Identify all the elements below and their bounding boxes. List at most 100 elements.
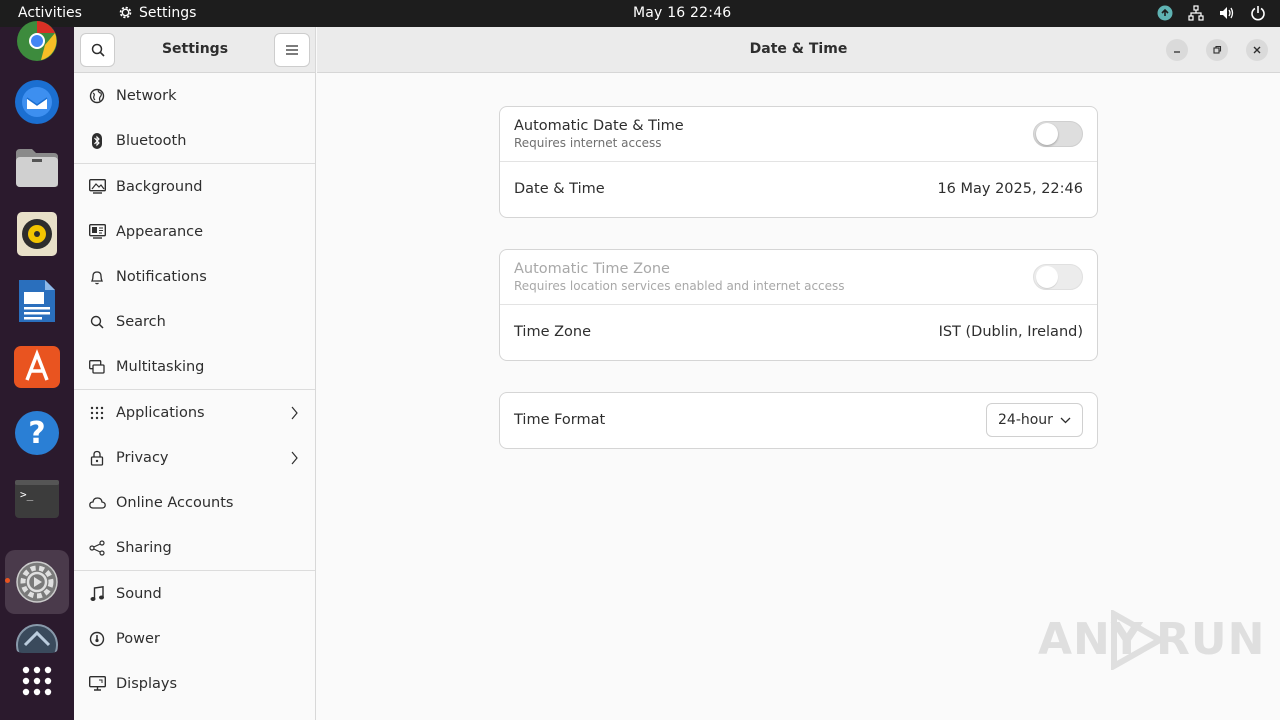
datetime-value: 16 May 2025, 22:46 — [937, 181, 1083, 197]
sidebar-item-label: Search — [116, 313, 166, 330]
auto-timezone-row: Automatic Time Zone Requires location se… — [500, 250, 1097, 305]
search-icon — [88, 313, 106, 331]
sidebar-list: Network Bluetooth Background Appearance … — [74, 73, 315, 706]
display-icon — [88, 675, 106, 693]
minimize-icon — [1174, 51, 1180, 53]
power-icon — [1249, 4, 1266, 21]
timezone-card: Automatic Time Zone Requires location se… — [499, 249, 1098, 361]
timezone-row[interactable]: Time Zone IST (Dublin, Ireland) — [500, 305, 1097, 360]
settings-sidebar: Settings Network Bluetooth Background Ap… — [74, 27, 316, 720]
network-wired-icon — [1187, 4, 1204, 21]
app-menu-label: Settings — [139, 4, 197, 21]
sidebar-item-applications[interactable]: Applications — [74, 390, 315, 435]
chevron-right-icon — [291, 451, 298, 464]
sidebar-item-displays[interactable]: Displays — [74, 661, 315, 706]
timezone-value: IST (Dublin, Ireland) — [938, 324, 1083, 340]
show-apps-button[interactable] — [13, 657, 61, 705]
sidebar-item-search[interactable]: Search — [74, 299, 315, 344]
terminal-icon[interactable]: >_ — [13, 475, 61, 523]
update-icon[interactable] — [1156, 4, 1173, 21]
sidebar-item-power[interactable]: Power — [74, 616, 315, 661]
network-icon — [88, 87, 106, 105]
svg-text:?: ? — [28, 416, 45, 451]
clock[interactable]: May 16 22:46 — [633, 5, 731, 21]
auto-timezone-toggle — [1033, 264, 1083, 290]
close-icon — [1253, 46, 1261, 54]
time-format-label: Time Format — [514, 412, 606, 428]
power-icon — [88, 630, 106, 648]
sidebar-item-bluetooth[interactable]: Bluetooth — [74, 118, 315, 163]
sidebar-item-label: Privacy — [116, 449, 169, 466]
close-button[interactable] — [1246, 39, 1268, 61]
restore-icon — [1213, 45, 1222, 54]
chevron-down-icon — [1060, 417, 1071, 424]
datetime-label: Date & Time — [514, 181, 605, 197]
sidebar-item-appearance[interactable]: Appearance — [74, 209, 315, 254]
rhythmbox-icon[interactable] — [13, 210, 61, 258]
sidebar-item-online-accounts[interactable]: Online Accounts — [74, 480, 315, 525]
sidebar-item-label: Online Accounts — [116, 494, 234, 511]
thunderbird-icon[interactable] — [13, 77, 61, 125]
settings-dock-item[interactable] — [5, 550, 69, 614]
maximize-button[interactable] — [1206, 39, 1228, 61]
svg-text:>_: >_ — [20, 488, 34, 501]
sidebar-item-notifications[interactable]: Notifications — [74, 254, 315, 299]
sidebar-item-label: Notifications — [116, 268, 207, 285]
chrome-icon[interactable] — [13, 17, 61, 65]
libreoffice-writer-icon[interactable] — [13, 277, 61, 325]
system-tray[interactable] — [1156, 4, 1266, 21]
sidebar-item-sound[interactable]: Sound — [74, 571, 315, 616]
auto-datetime-toggle[interactable] — [1033, 121, 1083, 147]
sidebar-item-background[interactable]: Background — [74, 164, 315, 209]
minimize-button[interactable] — [1166, 39, 1188, 61]
bell-icon — [88, 268, 106, 286]
auto-datetime-sub: Requires internet access — [514, 136, 662, 150]
background-icon — [88, 178, 106, 196]
sidebar-item-privacy[interactable]: Privacy — [74, 435, 315, 480]
bluetooth-icon — [88, 132, 106, 150]
app-center-icon[interactable] — [13, 343, 61, 391]
anyrun-watermark: ANY RUN — [1038, 608, 1264, 672]
top-bar: Activities Settings May 16 22:46 — [0, 0, 1280, 27]
auto-datetime-label: Automatic Date & Time — [514, 118, 684, 134]
sidebar-item-label: Background — [116, 178, 203, 195]
datetime-row[interactable]: Date & Time 16 May 2025, 22:46 — [500, 162, 1097, 217]
update-manager-icon[interactable] — [13, 623, 61, 653]
time-format-row: Time Format 24-hour — [500, 393, 1097, 448]
sidebar-item-label: Power — [116, 630, 160, 647]
sidebar-item-sharing[interactable]: Sharing — [74, 525, 315, 570]
dock: ? >_ — [0, 21, 74, 720]
music-note-icon — [88, 585, 106, 603]
sidebar-menu-button[interactable] — [274, 33, 310, 67]
multitasking-icon — [88, 358, 106, 376]
toggle-knob — [1036, 266, 1058, 288]
sidebar-item-label: Sound — [116, 585, 162, 602]
auto-datetime-row[interactable]: Automatic Date & Time Requires internet … — [500, 107, 1097, 162]
main-header: Date & Time — [317, 27, 1280, 73]
apps-grid-icon — [88, 404, 106, 422]
sidebar-item-label: Network — [116, 87, 177, 104]
time-format-value: 24-hour — [998, 412, 1053, 428]
active-indicator — [5, 578, 10, 583]
date-time-card: Automatic Date & Time Requires internet … — [499, 106, 1098, 218]
files-icon[interactable] — [13, 144, 61, 192]
app-menu[interactable]: Settings — [117, 4, 196, 21]
cloud-icon — [88, 494, 106, 512]
sidebar-header: Settings — [74, 27, 315, 73]
sidebar-item-multitasking[interactable]: Multitasking — [74, 344, 315, 389]
auto-timezone-sub: Requires location services enabled and i… — [514, 279, 845, 293]
time-format-card: Time Format 24-hour — [499, 392, 1098, 449]
page-title: Date & Time — [749, 41, 848, 57]
sidebar-item-label: Displays — [116, 675, 178, 692]
sidebar-item-label: Applications — [116, 404, 205, 421]
chevron-right-icon — [291, 406, 298, 419]
watermark-right-text: RUN — [1156, 614, 1266, 665]
sidebar-item-network[interactable]: Network — [74, 73, 315, 118]
hamburger-icon — [286, 45, 298, 55]
lock-icon — [88, 449, 106, 467]
toggle-knob — [1036, 123, 1058, 145]
sidebar-item-label: Appearance — [116, 223, 204, 240]
help-icon[interactable]: ? — [13, 409, 61, 457]
time-format-dropdown[interactable]: 24-hour — [986, 403, 1083, 437]
share-icon — [88, 539, 106, 557]
